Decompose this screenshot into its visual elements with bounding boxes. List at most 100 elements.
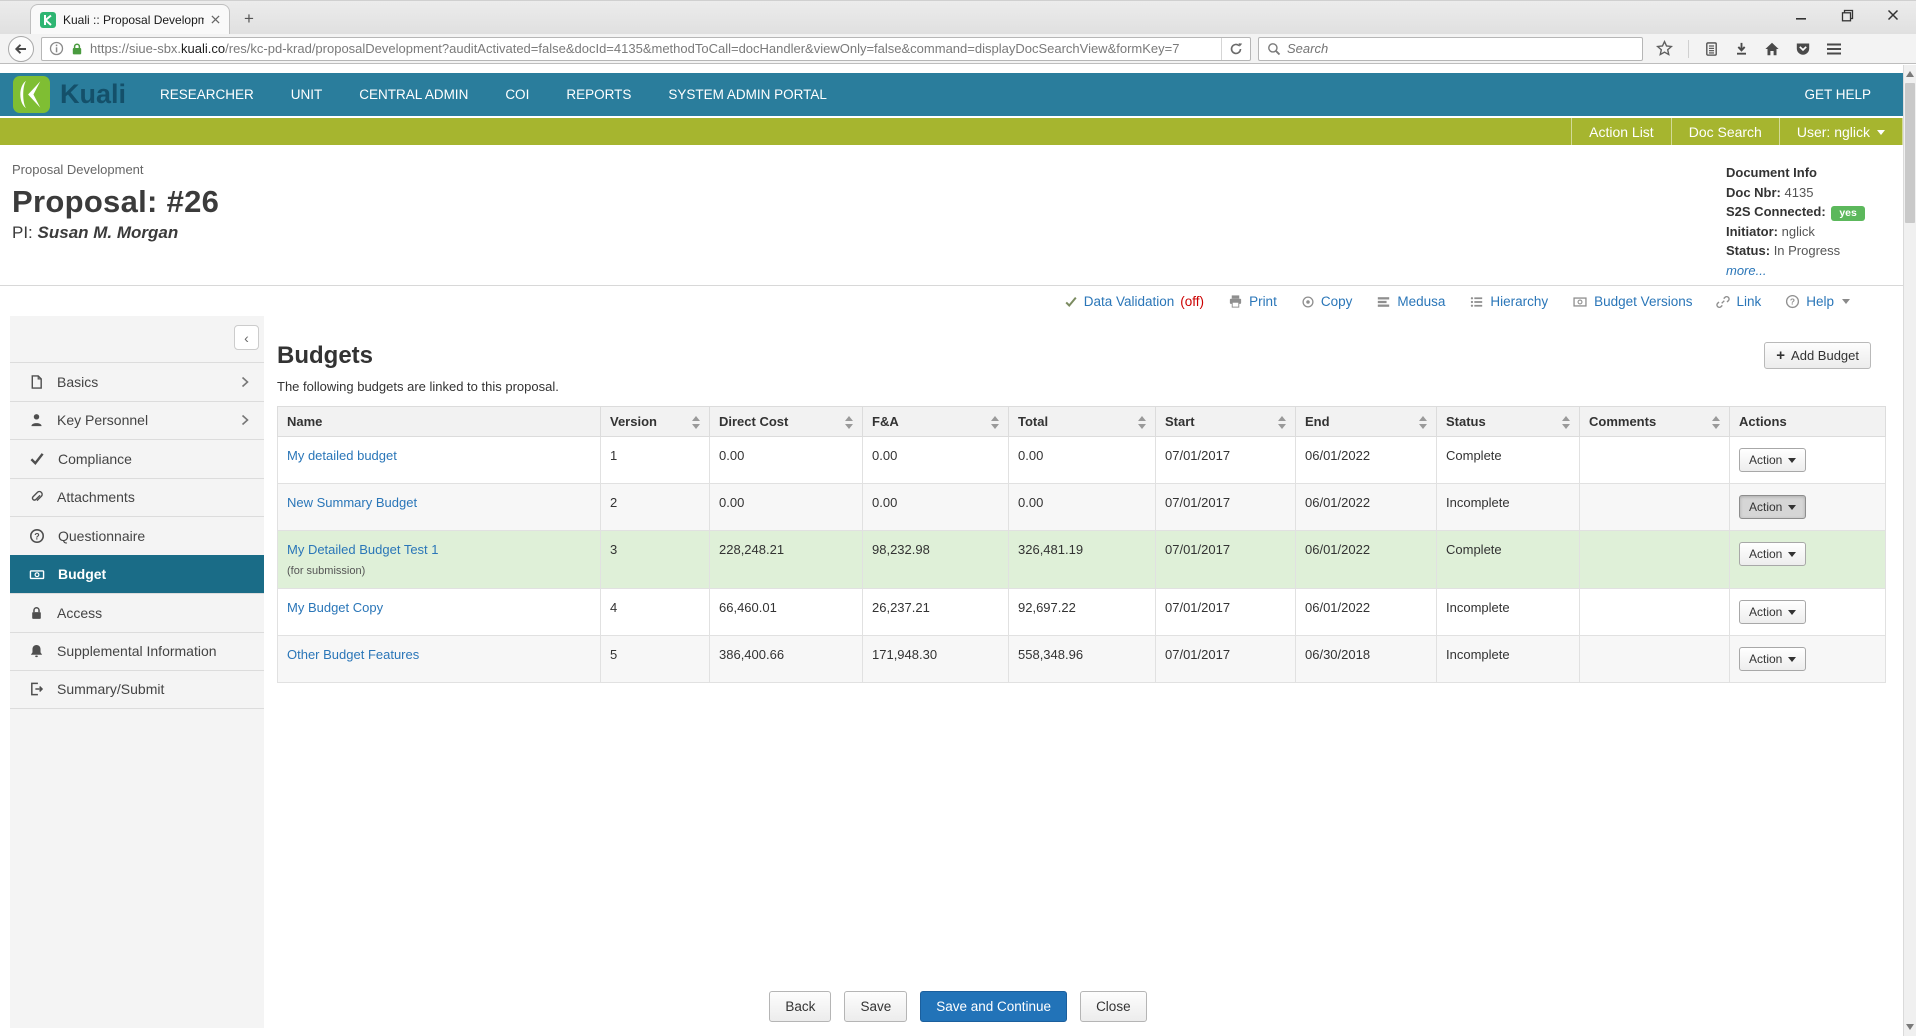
budget-name-link[interactable]: My Budget Copy — [287, 600, 383, 615]
get-help-link[interactable]: GET HELP — [1804, 87, 1903, 102]
app-label: Proposal Development — [12, 162, 219, 177]
action-list-link[interactable]: Action List — [1571, 118, 1671, 145]
money-icon — [29, 567, 45, 582]
pocket-icon[interactable] — [1795, 41, 1811, 57]
budget-name-link[interactable]: My detailed budget — [287, 448, 397, 463]
icon-separator — [1688, 40, 1689, 58]
browser-search-field[interactable] — [1258, 37, 1643, 61]
sidebar-item-basics[interactable]: Basics — [10, 362, 264, 401]
copy-icon — [1301, 295, 1315, 309]
medusa-button[interactable]: Medusa — [1376, 294, 1445, 309]
column-header-actions: Actions — [1730, 407, 1886, 437]
chevron-down-icon — [1788, 505, 1796, 510]
budgets-title: Budgets — [277, 342, 373, 370]
budget-versions-button[interactable]: Budget Versions — [1572, 294, 1692, 309]
row-action-button[interactable]: Action — [1739, 647, 1806, 671]
sidebar-item-attachments[interactable]: Attachments — [10, 478, 264, 517]
scroll-down-icon[interactable] — [1904, 1020, 1916, 1034]
table-row: Other Budget Features 5 386,400.66 171,9… — [278, 636, 1886, 683]
library-icon[interactable] — [1704, 41, 1719, 57]
link-button[interactable]: Link — [1716, 294, 1761, 309]
kuali-brand-text[interactable]: Kuali — [60, 79, 126, 110]
bookmark-star-icon[interactable] — [1656, 40, 1673, 57]
data-validation-button[interactable]: Data Validation (off) — [1064, 294, 1204, 309]
document-toolbar: Data Validation (off) Print Copy Medusa … — [0, 286, 1916, 316]
downloads-icon[interactable] — [1734, 41, 1749, 57]
window-close-button[interactable] — [1870, 1, 1916, 29]
home-icon[interactable] — [1764, 41, 1780, 57]
column-header-direct-cost[interactable]: Direct Cost — [710, 407, 863, 437]
https-lock-icon[interactable] — [70, 42, 84, 56]
page-scrollbar[interactable] — [1903, 65, 1916, 1036]
nav-system-admin-portal[interactable]: SYSTEM ADMIN PORTAL — [668, 87, 827, 102]
sidebar-item-summary-submit[interactable]: Summary/Submit — [10, 670, 264, 709]
sidebar-item-supplemental-information[interactable]: Supplemental Information — [10, 632, 264, 671]
column-header-start[interactable]: Start — [1156, 407, 1296, 437]
close-button[interactable]: Close — [1080, 991, 1147, 1022]
browser-tab[interactable]: Kuali :: Proposal Developme — [30, 4, 230, 34]
menu-hamburger-icon[interactable] — [1826, 42, 1842, 56]
plus-icon: + — [1776, 348, 1785, 363]
help-menu[interactable]: ? Help — [1785, 294, 1850, 309]
hierarchy-button[interactable]: Hierarchy — [1469, 294, 1548, 309]
sidebar-item-compliance[interactable]: Compliance — [10, 439, 264, 478]
budget-name-link[interactable]: Other Budget Features — [287, 647, 419, 662]
scrollbar-thumb[interactable] — [1905, 83, 1915, 223]
svg-text:?: ? — [34, 531, 40, 541]
sidebar-item-questionnaire[interactable]: ? Questionnaire — [10, 516, 264, 555]
save-and-continue-button[interactable]: Save and Continue — [920, 991, 1067, 1022]
doc-search-link[interactable]: Doc Search — [1671, 118, 1779, 145]
nav-coi[interactable]: COI — [505, 87, 529, 102]
url-text: https://siue-sbx.kuali.co/res/kc-pd-krad… — [90, 41, 1215, 56]
table-row: My Budget Copy 4 66,460.01 26,237.21 92,… — [278, 589, 1886, 636]
back-button[interactable]: Back — [769, 991, 831, 1022]
sidebar-item-budget[interactable]: Budget — [10, 555, 264, 594]
page-info-icon[interactable] — [49, 41, 64, 56]
column-header-status[interactable]: Status — [1437, 407, 1580, 437]
row-action-button[interactable]: Action — [1739, 542, 1806, 566]
scroll-up-icon[interactable] — [1904, 67, 1916, 81]
print-button[interactable]: Print — [1228, 294, 1277, 309]
column-header-version[interactable]: Version — [601, 407, 710, 437]
row-action-button[interactable]: Action — [1739, 448, 1806, 472]
url-bar[interactable]: https://siue-sbx.kuali.co/res/kc-pd-krad… — [41, 37, 1251, 61]
column-header-comments[interactable]: Comments — [1580, 407, 1730, 437]
save-button[interactable]: Save — [844, 991, 907, 1022]
row-action-button[interactable]: Action — [1739, 600, 1806, 624]
nav-central-admin[interactable]: CENTRAL ADMIN — [359, 87, 468, 102]
sidebar-collapse-button[interactable]: ‹ — [234, 325, 259, 350]
nav-reports[interactable]: REPORTS — [566, 87, 631, 102]
nav-unit[interactable]: UNIT — [291, 87, 323, 102]
add-budget-button[interactable]: + Add Budget — [1764, 342, 1871, 369]
sort-icon — [1419, 416, 1427, 429]
row-action-button[interactable]: Action — [1739, 495, 1806, 519]
column-header-end[interactable]: End — [1296, 407, 1437, 437]
reload-icon[interactable] — [1221, 38, 1243, 60]
sort-icon — [1562, 416, 1570, 429]
user-menu[interactable]: User: nglick — [1779, 118, 1903, 145]
window-restore-button[interactable] — [1824, 1, 1870, 29]
sidebar-item-access[interactable]: Access — [10, 593, 264, 632]
footer-actions: Back Save Save and Continue Close — [0, 991, 1916, 1022]
column-header-total[interactable]: Total — [1009, 407, 1156, 437]
search-input[interactable] — [1287, 41, 1634, 56]
column-header-fa[interactable]: F&A — [863, 407, 1009, 437]
sort-icon — [1278, 416, 1286, 429]
chevron-down-icon — [1788, 458, 1796, 463]
pi-line: PI: Susan M. Morgan — [12, 223, 219, 243]
window-minimize-button[interactable] — [1778, 1, 1824, 29]
table-row: My Detailed Budget Test 1 (for submission… — [278, 531, 1886, 589]
new-tab-button[interactable]: + — [230, 4, 268, 34]
table-header-row: Name Version Direct Cost F&A Total Start… — [278, 407, 1886, 437]
copy-button[interactable]: Copy — [1301, 294, 1353, 309]
more-link[interactable]: more... — [1726, 263, 1766, 278]
nav-researcher[interactable]: RESEARCHER — [160, 87, 254, 102]
budget-name-link[interactable]: New Summary Budget — [287, 495, 417, 510]
kuali-logo-icon[interactable] — [13, 76, 50, 113]
sidebar-item-key-personnel[interactable]: Key Personnel — [10, 401, 264, 440]
budget-name-link[interactable]: My Detailed Budget Test 1 — [287, 542, 439, 557]
chevron-down-icon — [1788, 552, 1796, 557]
budget-note: (for submission) — [287, 565, 591, 577]
tab-close-icon[interactable] — [211, 15, 220, 24]
back-navigation-button[interactable] — [8, 36, 34, 62]
